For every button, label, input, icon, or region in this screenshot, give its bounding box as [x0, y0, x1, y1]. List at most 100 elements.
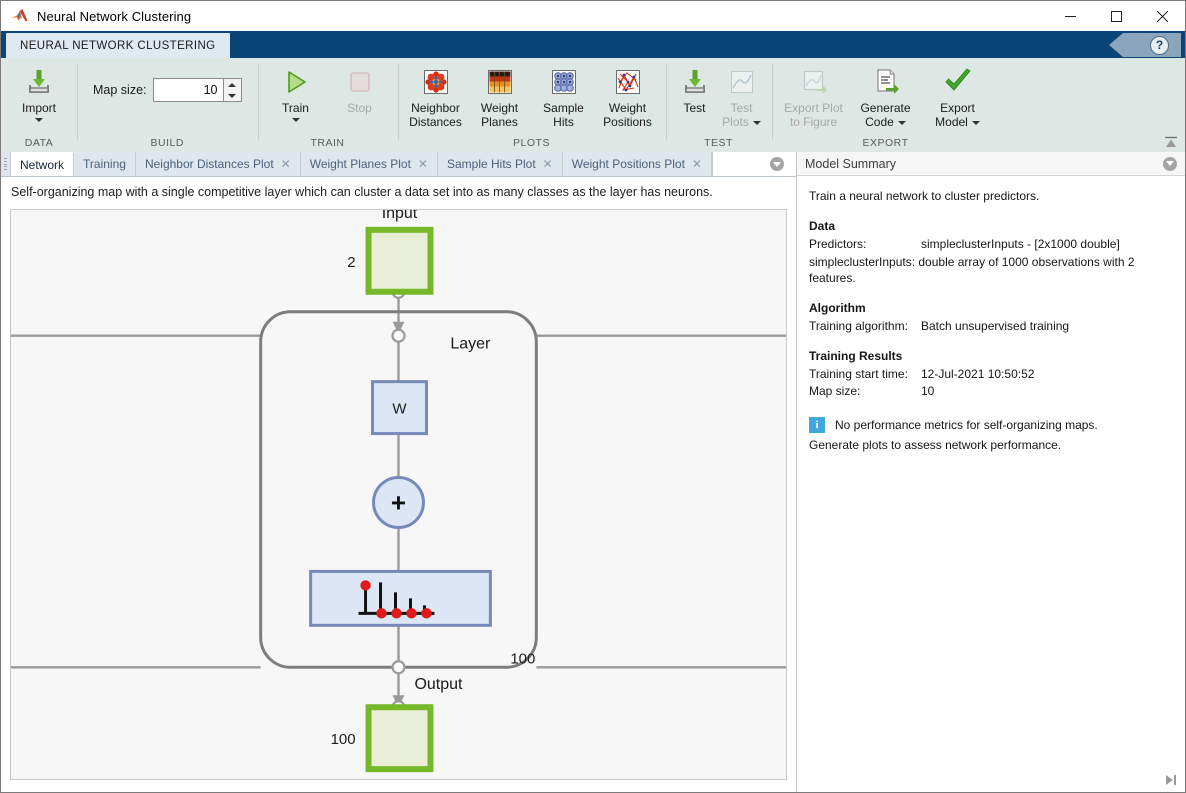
- weight-positions-button[interactable]: Weight Positions: [596, 62, 660, 129]
- input-size-label: 2: [347, 254, 355, 271]
- ribbon-group-train-title: TRAIN: [310, 137, 345, 149]
- summary-start-time-value: 12-Jul-2021 10:50:52: [921, 367, 1035, 381]
- help-button[interactable]: ?: [1109, 33, 1181, 57]
- ribbon-tab-clustering[interactable]: NEURAL NETWORK CLUSTERING: [6, 33, 230, 58]
- layer-size-label: 100: [510, 650, 535, 667]
- tab-weight-positions-plot[interactable]: Weight Positions Plot ✕: [562, 152, 712, 176]
- close-button[interactable]: [1139, 1, 1185, 31]
- ribbon-collapse-button[interactable]: [1163, 135, 1179, 149]
- output-size-label: 100: [331, 731, 356, 748]
- stop-button[interactable]: Stop: [328, 62, 392, 115]
- tab-close-icon[interactable]: ✕: [543, 158, 553, 170]
- test-plots-button[interactable]: Test Plots: [718, 62, 766, 129]
- tab-bar-spacer: [711, 152, 796, 176]
- tab-close-icon[interactable]: ✕: [281, 158, 291, 170]
- summary-predictors-key: Predictors:: [809, 237, 867, 251]
- tab-neighbor-distances-plot[interactable]: Neighbor Distances Plot ✕: [135, 152, 301, 176]
- model-summary-pane: Model Summary Train a neural network to …: [796, 152, 1185, 792]
- play-triangle-icon: [281, 64, 311, 100]
- generate-code-button[interactable]: Generate Code: [850, 62, 922, 129]
- sample-hits-button[interactable]: Sample Hits: [532, 62, 596, 129]
- summary-predictors-row: Predictors: simpleclusterInputs - [2x100…: [809, 236, 1173, 252]
- stop-square-icon: [345, 64, 375, 100]
- ribbon-group-export-title: EXPORT: [862, 137, 909, 149]
- export-plot-to-figure-button[interactable]: Export Plot to Figure: [778, 62, 850, 129]
- chevron-down-icon[interactable]: [752, 120, 761, 125]
- summary-algorithm-heading: Algorithm: [809, 301, 866, 315]
- main-area: Network Training Neighbor Distances Plot…: [1, 152, 1185, 792]
- title-bar: Neural Network Clustering: [1, 1, 1185, 31]
- chevron-down-icon[interactable]: [291, 118, 300, 122]
- summary-predictors-value: simpleclusterInputs - [2x1000 double]: [921, 237, 1120, 251]
- summary-collapse-icon: [1163, 156, 1177, 171]
- minimize-button[interactable]: [1047, 1, 1093, 31]
- weight-planes-label-line1: Weight: [480, 101, 519, 115]
- tab-weight-planes-plot-label: Weight Planes Plot: [309, 157, 411, 171]
- tab-weight-planes-plot[interactable]: Weight Planes Plot ✕: [300, 152, 438, 176]
- map-size-field-row: Map size:: [83, 62, 252, 118]
- summary-results-section: Training Results Training start time: 12…: [809, 348, 1173, 399]
- tab-bar-grip[interactable]: [1, 152, 11, 176]
- tab-weight-positions-plot-label: Weight Positions Plot: [571, 157, 685, 171]
- tab-overflow-button[interactable]: [770, 157, 784, 171]
- chevron-down-icon[interactable]: [35, 118, 43, 122]
- output-label: Output: [414, 676, 463, 693]
- weight-planes-button[interactable]: Weight Planes: [468, 62, 532, 129]
- summary-info-line1: No performance metrics for self-organizi…: [835, 418, 1098, 432]
- map-size-input[interactable]: [153, 79, 223, 101]
- map-size-decrement-button[interactable]: [224, 90, 241, 101]
- tab-close-icon[interactable]: ✕: [418, 158, 428, 170]
- ribbon-group-build: Map size: BUILD: [77, 58, 258, 152]
- tab-neighbor-distances-plot-label: Neighbor Distances Plot: [144, 157, 274, 171]
- output-block[interactable]: [365, 704, 434, 773]
- test-button[interactable]: Test: [672, 62, 718, 115]
- sample-hits-label-line1: Sample: [543, 101, 584, 115]
- tab-overflow-icon: [770, 157, 784, 171]
- train-button[interactable]: Train: [264, 62, 328, 122]
- sum-block-label: +: [391, 487, 406, 517]
- test-button-label: Test: [683, 101, 706, 115]
- input-block[interactable]: [365, 226, 434, 295]
- transfer-function-block[interactable]: [309, 569, 492, 627]
- help-icon: ?: [1150, 35, 1169, 55]
- maximize-button[interactable]: [1093, 1, 1139, 31]
- application-window: Neural Network Clustering NEURAL NETWORK…: [0, 0, 1186, 793]
- export-model-button[interactable]: Export Model: [922, 62, 994, 129]
- tab-network[interactable]: Network: [11, 152, 75, 176]
- weight-block-label: W: [392, 401, 407, 418]
- weight-planes-icon: [486, 64, 514, 100]
- summary-algorithm-row: Training algorithm: Batch unsupervised t…: [809, 318, 1173, 334]
- weight-positions-label-line2: Positions: [603, 115, 652, 129]
- import-button-label: Import: [21, 101, 56, 115]
- map-size-stepper[interactable]: [152, 78, 242, 102]
- tab-sample-hits-plot[interactable]: Sample Hits Plot ✕: [437, 152, 563, 176]
- scroll-to-end-button[interactable]: [1163, 773, 1179, 787]
- tab-training[interactable]: Training: [74, 152, 136, 176]
- ribbon-group-data: Import DATA: [1, 58, 77, 152]
- document-tab-bar: Network Training Neighbor Distances Plot…: [1, 152, 796, 177]
- chevron-down-icon[interactable]: [897, 120, 906, 125]
- ribbon-group-export: Export Plot to Figure Generate Code Expo…: [771, 58, 1000, 152]
- left-pane: Network Training Neighbor Distances Plot…: [1, 152, 796, 792]
- model-summary-collapse-button[interactable]: [1163, 156, 1177, 171]
- ribbon-toolbar: Import DATA Map size: 10 BUILD Train Sto…: [1, 58, 1185, 153]
- network-diagram-canvas[interactable]: Input 2 Layer W + 100 Output 100: [10, 209, 787, 780]
- map-size-label: Map size:: [93, 83, 147, 97]
- import-button[interactable]: Import: [7, 62, 71, 122]
- weight-positions-icon: [614, 64, 642, 100]
- layer-label: Layer: [450, 336, 491, 353]
- summary-results-heading: Training Results: [809, 349, 903, 363]
- model-summary-body: Train a neural network to cluster predic…: [797, 176, 1185, 792]
- ribbon-group-build-title: BUILD: [150, 137, 184, 149]
- map-size-spin-buttons[interactable]: [222, 79, 241, 101]
- export-plot-label-line1: Export Plot: [784, 101, 843, 115]
- summary-info-row: i No performance metrics for self-organi…: [809, 417, 1173, 433]
- tab-close-icon[interactable]: ✕: [692, 158, 702, 170]
- chevron-down-icon[interactable]: [971, 120, 980, 125]
- ribbon-group-plots-title: PLOTS: [513, 137, 550, 149]
- sample-hits-label-line2: Hits: [553, 115, 574, 129]
- map-size-increment-button[interactable]: [224, 79, 241, 90]
- summary-map-size-key: Map size:: [809, 384, 861, 398]
- neighbor-distances-button[interactable]: Neighbor Distances: [404, 62, 468, 129]
- export-model-label-line2: Model: [935, 115, 968, 129]
